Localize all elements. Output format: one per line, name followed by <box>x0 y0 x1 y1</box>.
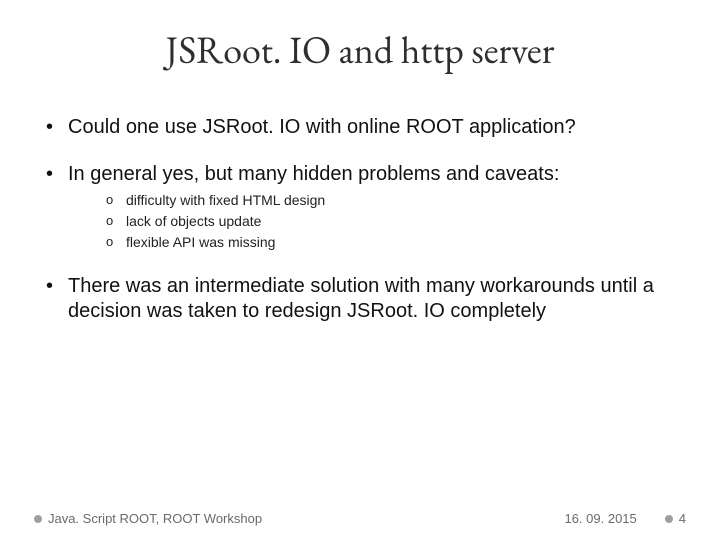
page-number: 4 <box>679 511 686 526</box>
sub-bullet-list: difficulty with fixed HTML design lack o… <box>68 191 680 252</box>
sub-bullet-item: difficulty with fixed HTML design <box>68 191 680 210</box>
bullet-text: In general yes, but many hidden problems… <box>68 163 559 185</box>
sub-bullet-item: lack of objects update <box>68 212 680 231</box>
slide-title: JSRoot. IO and http server <box>0 0 720 93</box>
slide: JSRoot. IO and http server Could one use… <box>0 0 720 540</box>
bullet-dot-icon <box>665 515 673 523</box>
bullet-dot-icon <box>34 515 42 523</box>
footer-source: Java. Script ROOT, ROOT Workshop <box>48 511 262 526</box>
footer-left: Java. Script ROOT, ROOT Workshop <box>34 511 262 526</box>
bullet-item: Could one use JSRoot. IO with online ROO… <box>40 115 680 140</box>
bullet-item: In general yes, but many hidden problems… <box>40 162 680 252</box>
footer-right: 16. 09. 2015 4 <box>564 511 686 526</box>
slide-body: Could one use JSRoot. IO with online ROO… <box>0 115 720 324</box>
bullet-list: Could one use JSRoot. IO with online ROO… <box>40 115 680 324</box>
footer-date: 16. 09. 2015 <box>564 511 636 526</box>
slide-footer: Java. Script ROOT, ROOT Workshop 16. 09.… <box>0 511 720 526</box>
sub-bullet-item: flexible API was missing <box>68 233 680 252</box>
bullet-item: There was an intermediate solution with … <box>40 274 680 324</box>
